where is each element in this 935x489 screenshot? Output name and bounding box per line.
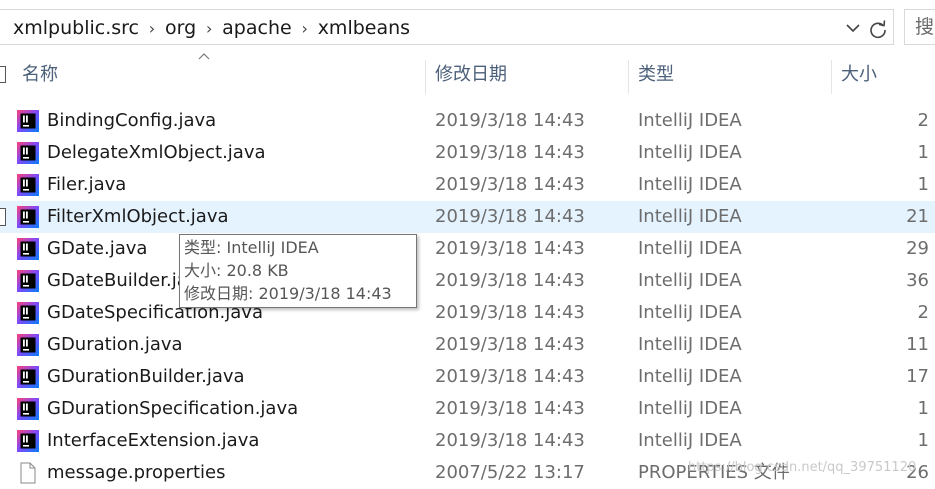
file-size: 17 [906, 366, 929, 387]
file-name[interactable]: FilterXmlObject.java [47, 201, 229, 233]
file-date: 2019/3/18 14:43 [435, 430, 585, 451]
intellij-icon [17, 174, 39, 196]
file-date: 2019/3/18 14:43 [435, 302, 585, 323]
file-name[interactable]: GDuration.java [47, 329, 183, 361]
file-row[interactable]: Filer.java 2019/3/18 14:43 IntelliJ IDEA 1 [0, 169, 935, 201]
intellij-icon [17, 110, 39, 132]
file-size: 1 [917, 398, 929, 419]
file-size: 36 [906, 270, 929, 291]
intellij-icon [17, 430, 39, 452]
watermark: https://blog.csdn.net/qq_39751120 [688, 460, 917, 475]
column-divider[interactable] [628, 60, 629, 94]
file-name[interactable]: message.properties [47, 457, 225, 489]
file-row[interactable]: GDurationSpecification.java 2019/3/18 14:… [0, 393, 935, 425]
intellij-icon [17, 206, 39, 228]
file-date: 2019/3/18 14:43 [435, 174, 585, 195]
address-bar[interactable]: xmlpublic.src › org › apache › xmlbeans [0, 9, 894, 45]
chevron-down-icon[interactable] [842, 19, 864, 37]
file-type: IntelliJ IDEA [638, 110, 742, 131]
column-header-name[interactable]: 名称 [22, 56, 58, 94]
file-type: IntelliJ IDEA [638, 142, 742, 163]
file-row[interactable]: GDateSpecification.java 2019/3/18 14:43 In… [0, 297, 935, 329]
breadcrumb-item-apache[interactable]: apache [222, 17, 292, 39]
file-row[interactable]: BindingConfig.java 2019/3/18 14:43 Intelli… [0, 105, 935, 137]
file-type: IntelliJ IDEA [638, 174, 742, 195]
file-size: 2 [917, 110, 929, 131]
column-header-row: 名称 修改日期 类型 大小 [0, 56, 935, 94]
file-row[interactable]: DelegateXmlObject.java 2019/3/18 14:43 Int… [0, 137, 935, 169]
file-date: 2019/3/18 14:43 [435, 110, 585, 131]
file-size: 1 [917, 430, 929, 451]
file-row[interactable]: InterfaceExtension.java 2019/3/18 14:43 In… [0, 425, 935, 457]
intellij-icon [17, 142, 39, 164]
file-name[interactable]: GDate.java [47, 233, 147, 265]
breadcrumb: xmlpublic.src › org › apache › xmlbeans [13, 10, 410, 46]
intellij-icon [17, 398, 39, 420]
breadcrumb-chevron-icon[interactable]: › [292, 19, 318, 38]
breadcrumb-chevron-icon[interactable]: › [196, 19, 222, 38]
file-type: IntelliJ IDEA [638, 302, 742, 323]
file-date: 2019/3/18 14:43 [435, 142, 585, 163]
file-type: IntelliJ IDEA [638, 206, 742, 227]
file-list: BindingConfig.java 2019/3/18 14:43 Intelli… [0, 105, 935, 489]
file-size: 1 [917, 174, 929, 195]
file-name[interactable]: GDurationBuilder.java [47, 361, 245, 393]
file-name[interactable]: Filer.java [47, 169, 126, 201]
file-type: IntelliJ IDEA [638, 366, 742, 387]
file-name[interactable]: DelegateXmlObject.java [47, 137, 266, 169]
file-date: 2019/3/18 14:43 [435, 398, 585, 419]
column-header-date[interactable]: 修改日期 [435, 56, 507, 94]
tooltip-date: 修改日期: 2019/3/18 14:43 [184, 284, 392, 303]
search-input[interactable]: 搜 [904, 9, 935, 45]
intellij-icon [17, 270, 39, 292]
file-info-tooltip: 类型: IntelliJ IDEA 大小: 20.8 KB 修改日期: 2019… [179, 234, 417, 308]
intellij-icon [17, 238, 39, 260]
file-type: IntelliJ IDEA [638, 270, 742, 291]
file-type: IntelliJ IDEA [638, 398, 742, 419]
intellij-icon [17, 366, 39, 388]
file-date: 2019/3/18 14:43 [435, 238, 585, 259]
file-size: 11 [906, 334, 929, 355]
file-row[interactable]: GDateBuilder.java 2019/3/18 14:43 IntelliJ… [0, 265, 935, 297]
address-bar-row: xmlpublic.src › org › apache › xmlbeans … [0, 0, 935, 56]
file-size: 2 [917, 302, 929, 323]
file-type: IntelliJ IDEA [638, 334, 742, 355]
row-checkbox[interactable] [0, 208, 6, 226]
file-date: 2007/5/22 13:17 [435, 462, 585, 483]
file-size: 29 [906, 238, 929, 259]
file-row[interactable]: GDuration.java 2019/3/18 14:43 IntelliJ ID… [0, 329, 935, 361]
sort-ascending-icon [198, 53, 210, 60]
file-type: IntelliJ IDEA [638, 238, 742, 259]
breadcrumb-item-org[interactable]: org [165, 17, 196, 39]
file-name[interactable]: GDurationSpecification.java [47, 393, 298, 425]
file-type: IntelliJ IDEA [638, 430, 742, 451]
column-divider[interactable] [425, 60, 426, 94]
file-date: 2019/3/18 14:43 [435, 334, 585, 355]
file-date: 2019/3/18 14:43 [435, 366, 585, 387]
breadcrumb-item-xmlpublic-src[interactable]: xmlpublic.src [13, 17, 139, 39]
breadcrumb-chevron-icon[interactable]: › [139, 19, 165, 38]
file-size: 1 [917, 142, 929, 163]
tooltip-type: 类型: IntelliJ IDEA [184, 238, 319, 257]
file-name[interactable]: BindingConfig.java [47, 105, 216, 137]
column-header-type[interactable]: 类型 [638, 56, 674, 94]
column-divider[interactable] [831, 60, 832, 94]
select-all-checkbox[interactable] [0, 66, 6, 83]
column-header-size[interactable]: 大小 [841, 56, 877, 94]
file-row[interactable]: FilterXmlObject.java 2019/3/18 14:43 Intel… [0, 201, 935, 233]
refresh-icon[interactable] [867, 18, 889, 40]
breadcrumb-item-xmlbeans[interactable]: xmlbeans [318, 17, 410, 39]
file-row[interactable]: GDurationBuilder.java 2019/3/18 14:43 Inte… [0, 361, 935, 393]
intellij-icon [17, 334, 39, 356]
file-row[interactable]: GDate.java 2019/3/18 14:43 IntelliJ IDEA 29 [0, 233, 935, 265]
file-size: 21 [906, 206, 929, 227]
file-date: 2019/3/18 14:43 [435, 270, 585, 291]
file-name[interactable]: InterfaceExtension.java [47, 425, 259, 457]
generic-file-icon [17, 462, 39, 484]
file-date: 2019/3/18 14:43 [435, 206, 585, 227]
intellij-icon [17, 302, 39, 324]
tooltip-size: 大小: 20.8 KB [184, 261, 289, 280]
